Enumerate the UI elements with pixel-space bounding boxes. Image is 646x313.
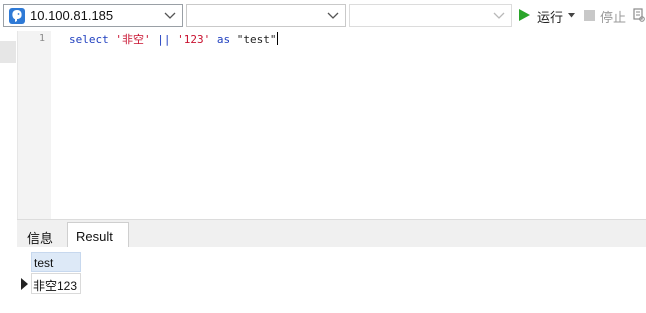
string-literal: '123'	[177, 33, 211, 46]
database-select[interactable]	[186, 4, 346, 27]
schema-select[interactable]	[349, 4, 512, 27]
panel-toggle[interactable]	[0, 41, 16, 63]
text-caret	[276, 32, 278, 45]
concat-operator: ||	[157, 33, 171, 46]
row-header-column	[17, 247, 31, 307]
keyword-select: select	[69, 33, 109, 46]
keyword-as: as	[216, 33, 231, 46]
column-alias: "test"	[236, 33, 277, 46]
run-play-icon[interactable]	[518, 8, 531, 22]
chevron-down-icon[interactable]	[163, 8, 177, 22]
toolbar: 10.100.81.185 运行 停止	[0, 0, 646, 31]
chevron-down-icon[interactable]	[492, 8, 506, 22]
connection-select[interactable]: 10.100.81.185	[3, 4, 183, 27]
string-literal: '非空'	[115, 33, 151, 46]
explain-icon[interactable]	[631, 6, 646, 24]
chevron-down-icon[interactable]	[326, 8, 340, 22]
stop-button[interactable]: 停止	[600, 7, 626, 26]
postgresql-elephant-icon	[9, 8, 25, 24]
tab-info[interactable]: 信息	[19, 222, 63, 247]
line-number-gutter: 1	[18, 31, 51, 219]
tab-result-1[interactable]: Result 1	[67, 222, 129, 259]
line-number: 1	[38, 33, 45, 44]
current-row-pointer-icon	[21, 278, 28, 290]
connection-value: 10.100.81.185	[30, 8, 114, 23]
code-line[interactable]: select '非空' || '123' as "test"	[69, 32, 278, 48]
table-cell[interactable]: 非空123	[31, 273, 81, 294]
result-grid: test 非空123	[17, 247, 646, 313]
caret-down-icon[interactable]	[568, 13, 575, 18]
left-panel-edge	[0, 31, 16, 313]
result-tabs: 信息 Result 1	[17, 219, 646, 259]
run-button[interactable]: 运行	[537, 7, 563, 26]
column-header[interactable]: test	[31, 252, 81, 272]
sql-editor[interactable]: 1 select '非空' || '123' as "test"	[17, 31, 646, 219]
stop-icon	[584, 10, 595, 21]
